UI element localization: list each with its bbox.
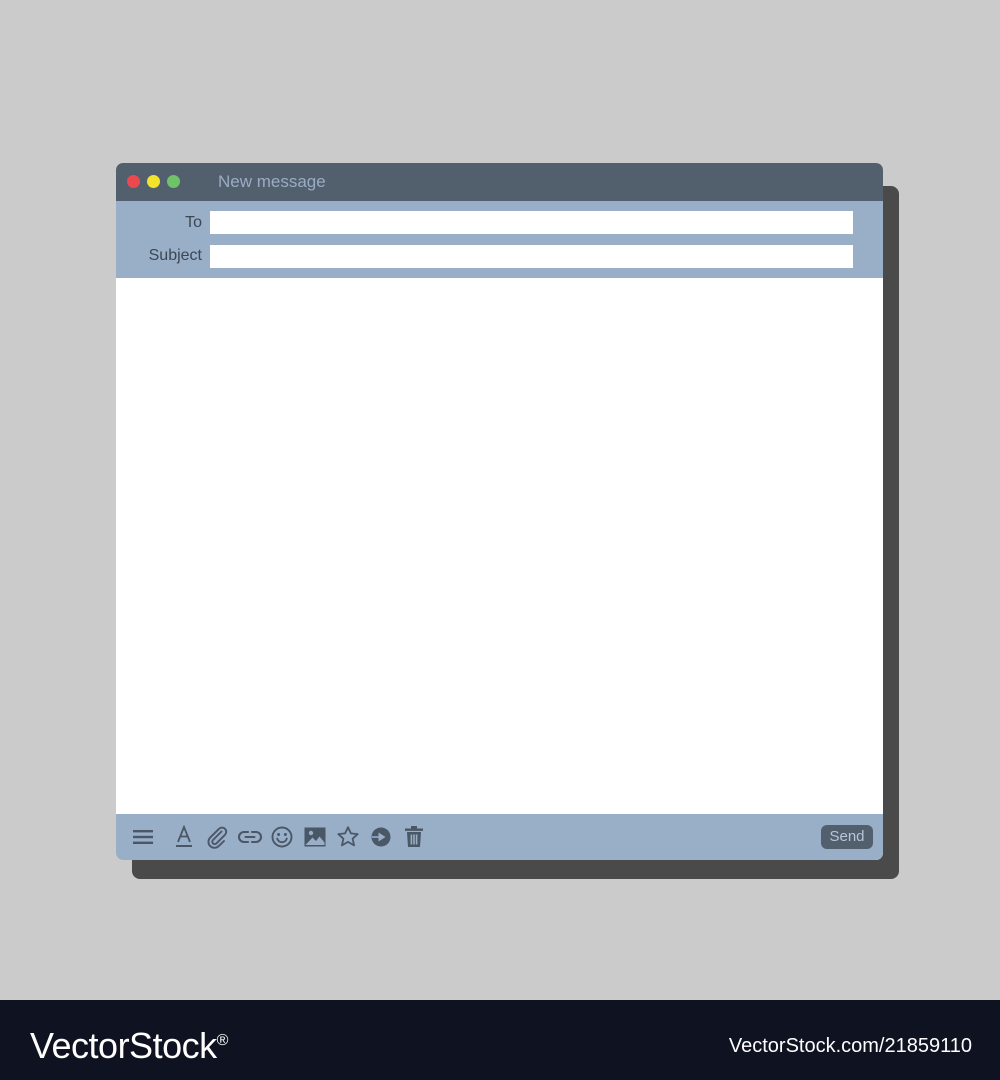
subject-input[interactable]	[210, 245, 853, 268]
watermark-brand-text: VectorStock	[30, 1025, 217, 1066]
to-label: To	[185, 214, 202, 231]
title-bar[interactable]: New message	[116, 163, 883, 201]
drive-icon[interactable]	[369, 825, 393, 849]
message-body[interactable]	[116, 278, 883, 814]
maximize-button[interactable]	[167, 175, 180, 188]
watermark-image-id: VectorStock.com/21859110	[728, 1035, 972, 1057]
watermark-brand: VectorStock®	[30, 1020, 228, 1067]
image-icon[interactable]	[303, 825, 327, 849]
subject-label: Subject	[148, 247, 202, 264]
attachment-icon[interactable]	[205, 825, 229, 849]
compose-toolbar: Send	[116, 814, 883, 860]
watermark-registered-mark: ®	[216, 1032, 229, 1049]
send-button[interactable]: Send	[821, 825, 873, 849]
compose-window: New message To Subject Send	[116, 163, 883, 860]
minimize-button[interactable]	[147, 175, 160, 188]
emoji-icon[interactable]	[270, 825, 294, 849]
window-title: New message	[218, 172, 326, 191]
trash-icon[interactable]	[402, 825, 426, 849]
text-format-icon[interactable]	[172, 825, 196, 849]
header-fields: To Subject	[116, 201, 883, 278]
watermark-bar: VectorStock® VectorStock.com/21859110	[0, 1000, 1000, 1080]
link-icon[interactable]	[237, 825, 263, 849]
menu-icon[interactable]	[131, 825, 155, 849]
close-button[interactable]	[127, 175, 140, 188]
star-icon[interactable]	[336, 825, 360, 849]
to-input[interactable]	[210, 211, 853, 234]
